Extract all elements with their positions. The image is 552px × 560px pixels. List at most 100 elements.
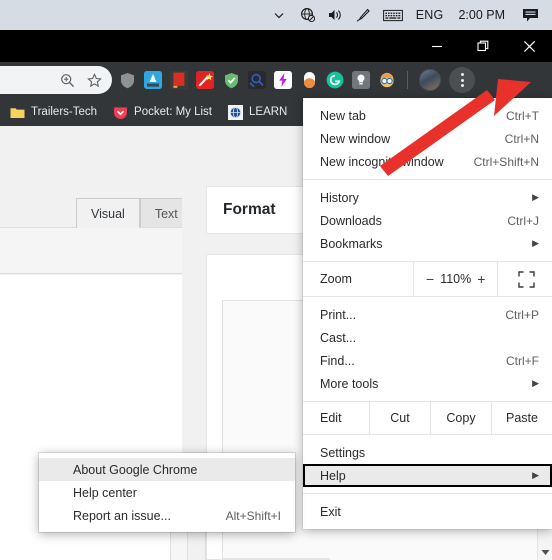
paste-button[interactable]: Paste [491, 402, 552, 434]
editor-toolbar-area [0, 227, 182, 274]
menu-item-label: More tools [320, 376, 379, 391]
menu-item-downloads[interactable]: Downloads Ctrl+J [303, 209, 552, 232]
three-dot-menu-icon[interactable] [449, 67, 475, 93]
toolbar-divider [407, 71, 408, 89]
copy-button[interactable]: Copy [430, 402, 491, 434]
menu-separator [303, 179, 552, 180]
capsule-extension-icon[interactable] [300, 71, 318, 89]
menu-item-settings[interactable]: Settings [303, 441, 552, 464]
tab-visual[interactable]: Visual [76, 198, 140, 228]
lightbulb-extension-icon[interactable] [352, 71, 370, 89]
star-icon[interactable] [87, 72, 102, 88]
page-zoom-icon[interactable] [60, 73, 75, 88]
menu-item-find[interactable]: Find... Ctrl+F [303, 349, 552, 372]
menu-item-label: New tab [320, 108, 366, 123]
menu-item-label: Settings [320, 445, 366, 460]
format-panel-title: Format [223, 201, 276, 218]
action-center-icon[interactable] [513, 0, 546, 30]
chevron-right-icon: ▶ [532, 470, 539, 480]
edit-label: Edit [320, 411, 342, 425]
extension-icons-row [118, 62, 475, 98]
maximize-restore-button[interactable] [460, 30, 506, 62]
bookmark-label: LEARN [249, 106, 288, 118]
magic-wand-extension-icon[interactable] [196, 71, 214, 89]
globe-no-internet-icon[interactable] [294, 0, 322, 30]
bookmark-trailers-tech[interactable]: Trailers-Tech [10, 105, 97, 120]
menu-item-more-tools[interactable]: More tools ▶ [303, 372, 552, 395]
tab-text-label: Text [154, 206, 178, 221]
speaker-volume-icon[interactable] [322, 0, 350, 30]
menu-item-bookmarks[interactable]: Bookmarks ▶ [303, 232, 552, 255]
close-button[interactable] [506, 30, 552, 62]
submenu-item-help-center[interactable]: Help center [39, 481, 295, 504]
submenu-item-label: About Google Chrome [73, 462, 198, 477]
chevron-right-icon: ▶ [532, 192, 539, 202]
menu-item-exit[interactable]: Exit [303, 500, 552, 523]
menu-item-accelerator: Ctrl+J [507, 213, 539, 228]
touch-keyboard-icon[interactable] [377, 0, 409, 30]
menu-item-label: Find... [320, 353, 355, 368]
submenu-item-accelerator: Alt+Shift+I [225, 508, 281, 523]
cut-button[interactable]: Cut [369, 402, 430, 434]
address-bar[interactable] [0, 66, 112, 94]
help-submenu: About Google Chrome Help center Report a… [39, 453, 295, 532]
grammar-extension-icon[interactable] [144, 71, 162, 89]
fullscreen-icon[interactable] [498, 262, 552, 296]
chevron-right-icon: ▶ [532, 238, 539, 248]
scroll-down-arrow-icon[interactable] [538, 544, 552, 560]
menu-item-print[interactable]: Print... Ctrl+P [303, 303, 552, 326]
menu-item-label: New window [320, 131, 391, 146]
adguard-shield-icon[interactable] [222, 71, 240, 89]
bookmark-label: Trailers-Tech [31, 106, 98, 118]
shield-extension-icon[interactable] [118, 71, 136, 89]
lightning-extension-icon[interactable] [274, 71, 292, 89]
minimize-button[interactable] [414, 30, 460, 62]
menu-item-label: New incognito window [320, 154, 444, 169]
search-magnifier-extension-icon[interactable] [248, 71, 266, 89]
globe-bookmark-icon [228, 104, 243, 120]
zoom-controls: − 110% + [413, 262, 499, 296]
menu-item-accelerator: Ctrl+N [504, 131, 539, 146]
bookmark-learn[interactable]: LEARN [228, 104, 288, 120]
menu-item-history[interactable]: History ▶ [303, 186, 552, 209]
editor-tab-group: Visual Text [76, 196, 193, 228]
windows-taskbar: ENG 2:00 PM [0, 0, 552, 30]
menu-separator [303, 493, 552, 494]
menu-item-label: Cast... [320, 330, 357, 345]
show-hidden-icons-chevron[interactable] [264, 0, 294, 30]
submenu-item-about-google-chrome[interactable]: About Google Chrome [39, 458, 295, 481]
grammarly-extension-icon[interactable] [326, 71, 344, 89]
screenshot-root: ENG 2:00 PM Trailers-Tech Pocket: My Lis… [0, 0, 552, 560]
bookmark-label: Pocket: My List [134, 106, 212, 118]
zoom-in-button[interactable]: + [471, 271, 491, 287]
bookmark-pocket-my-list[interactable]: Pocket: My List [113, 105, 212, 120]
menu-item-accelerator: Ctrl+T [506, 108, 539, 123]
submenu-item-report-an-issue[interactable]: Report an issue... Alt+Shift+I [39, 504, 295, 527]
menu-item-help[interactable]: Help ▶ [303, 464, 552, 487]
glasses-avatar-extension-icon[interactable] [378, 71, 396, 89]
pen-icon[interactable] [350, 0, 377, 30]
zoom-out-button[interactable]: − [420, 271, 440, 287]
menu-item-label: History [320, 190, 359, 205]
language-indicator[interactable]: ENG [409, 0, 451, 30]
chrome-titlebar [0, 30, 552, 62]
menu-item-accelerator: Ctrl+F [506, 353, 539, 368]
menu-item-new-incognito-window[interactable]: New incognito window Ctrl+Shift+N [303, 150, 552, 173]
menu-item-new-window[interactable]: New window Ctrl+N [303, 127, 552, 150]
folder-icon [10, 105, 25, 120]
menu-item-new-tab[interactable]: New tab Ctrl+T [303, 104, 552, 127]
menu-edit-row: Edit Cut Copy Paste [303, 401, 552, 435]
menu-item-accelerator: Ctrl+P [505, 307, 539, 322]
menu-item-cast[interactable]: Cast... [303, 326, 552, 349]
taskbar-clock[interactable]: 2:00 PM [450, 0, 513, 30]
reading-list-extension-icon[interactable] [170, 71, 188, 89]
menu-item-label: Exit [320, 504, 341, 519]
submenu-item-label: Help center [73, 485, 137, 500]
menu-zoom-row: Zoom − 110% + [303, 261, 552, 297]
menu-item-label: Downloads [320, 213, 382, 228]
tab-visual-label: Visual [91, 206, 125, 221]
chevron-right-icon: ▶ [532, 378, 539, 388]
pocket-icon [113, 105, 128, 120]
profile-avatar[interactable] [419, 69, 441, 91]
menu-item-label: Bookmarks [320, 236, 383, 251]
